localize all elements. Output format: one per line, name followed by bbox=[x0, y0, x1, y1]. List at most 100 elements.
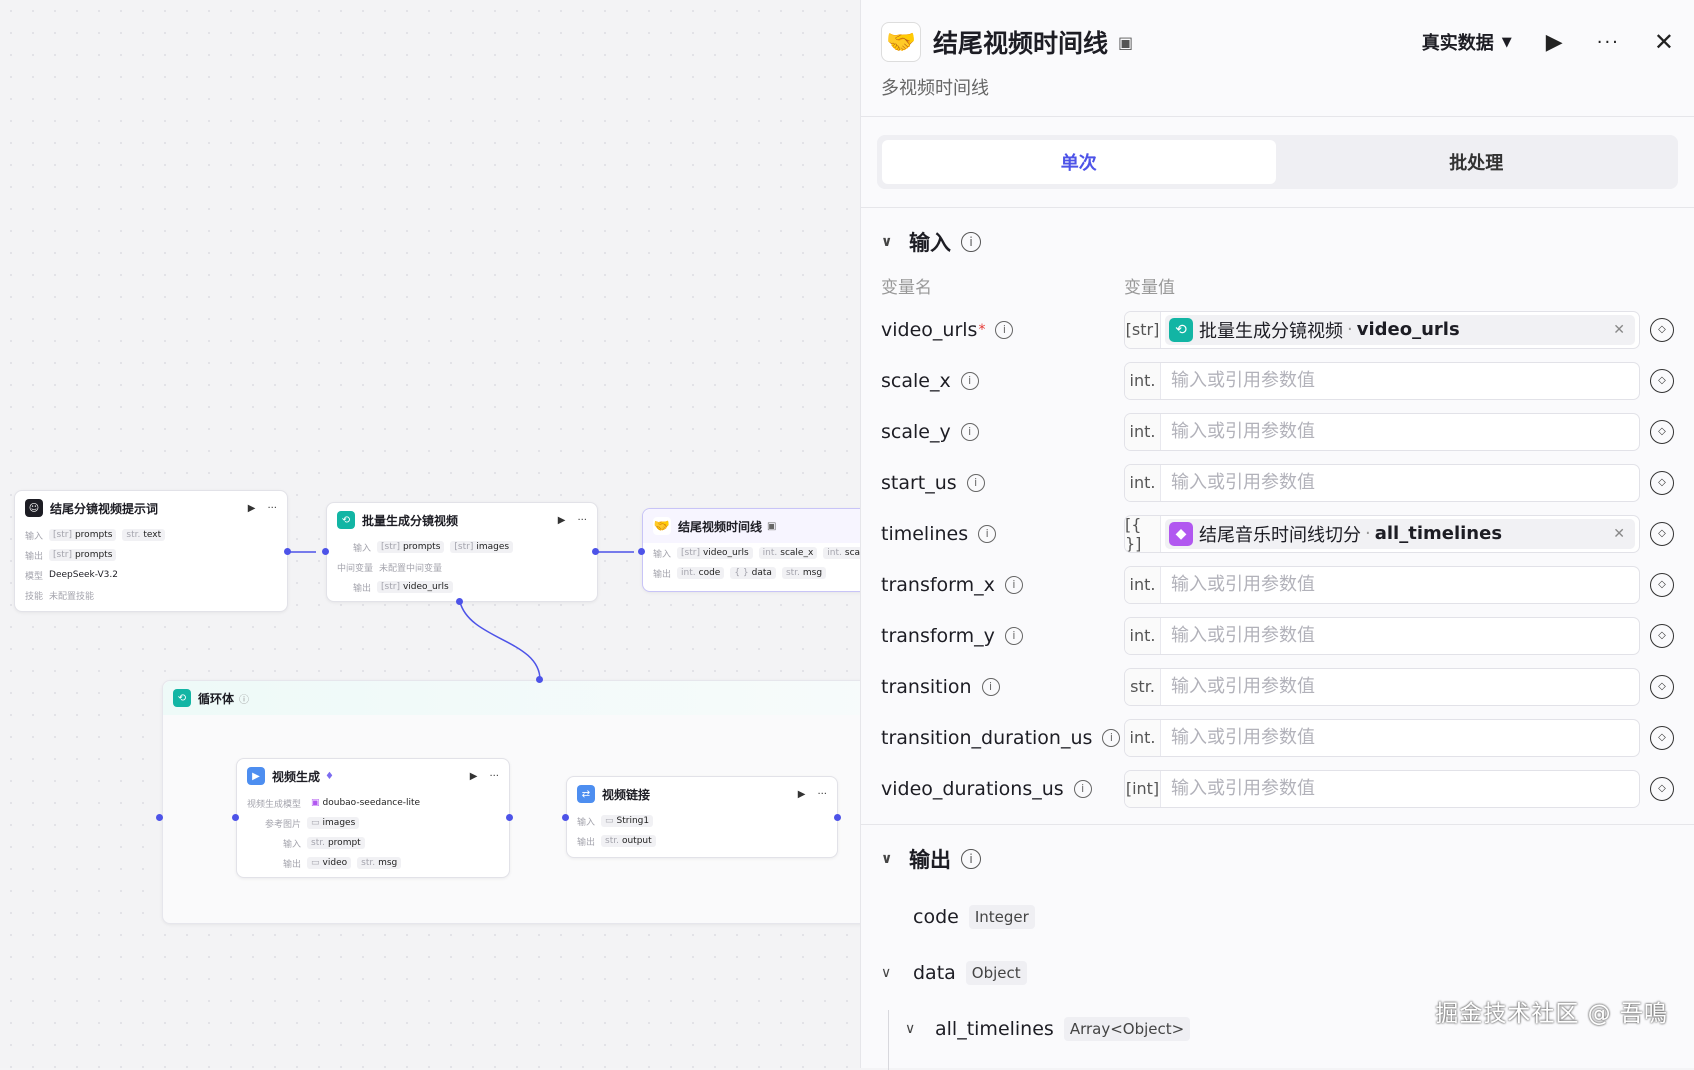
variable-name: transition_duration_us i bbox=[881, 727, 1124, 749]
more-icon[interactable]: ··· bbox=[489, 771, 499, 782]
variable-row: transform_y i int. ◇ bbox=[861, 610, 1694, 661]
port[interactable] bbox=[834, 814, 841, 821]
video-icon: ▶ bbox=[247, 767, 265, 785]
value-input[interactable] bbox=[1161, 727, 1639, 748]
more-icon[interactable]: ··· bbox=[267, 503, 277, 514]
chevron-down-icon: ∨ bbox=[905, 1021, 916, 1037]
output-section-header[interactable]: ∨ 输出 i bbox=[861, 835, 1694, 883]
ref-separator: · bbox=[1365, 523, 1371, 544]
variable-setting-icon[interactable]: ◇ bbox=[1650, 776, 1674, 801]
skill-value: 未配置技能 bbox=[49, 591, 95, 602]
type-label: [str] bbox=[1125, 311, 1161, 348]
run-button[interactable]: ▶ bbox=[1546, 30, 1563, 55]
workflow-canvas[interactable]: ☺ 结尾分镜视频提示词 ▶ ··· 输入 [str] prompts str. tex… bbox=[0, 0, 860, 1068]
play-icon[interactable]: ▶ bbox=[798, 789, 806, 800]
type-label: [{ }] bbox=[1125, 515, 1161, 552]
reference-chip[interactable]: ◆ 结尾音乐时间线切分 · all_timelines ✕ bbox=[1165, 518, 1635, 549]
clear-icon[interactable]: ✕ bbox=[1613, 526, 1631, 542]
loop-icon: ⟲ bbox=[337, 511, 355, 529]
variable-name: scale_y i bbox=[881, 421, 1124, 443]
port[interactable] bbox=[284, 548, 291, 555]
info-icon: i bbox=[961, 232, 981, 252]
value-field[interactable]: int. bbox=[1124, 463, 1640, 502]
port[interactable] bbox=[156, 814, 163, 821]
value-field[interactable]: int. bbox=[1124, 361, 1640, 400]
variable-setting-icon[interactable]: ◇ bbox=[1650, 623, 1674, 648]
play-icon[interactable]: ▶ bbox=[470, 771, 478, 782]
value-input[interactable] bbox=[1161, 778, 1639, 799]
param-tag: str. msg bbox=[357, 857, 402, 869]
more-icon[interactable]: ··· bbox=[817, 789, 827, 800]
debug-icon[interactable]: ▣ bbox=[1118, 33, 1133, 52]
tab-batch[interactable]: 批处理 bbox=[1280, 140, 1674, 184]
variable-setting-icon[interactable]: ◇ bbox=[1650, 470, 1674, 495]
skill-label: 技能 bbox=[25, 591, 44, 602]
info-icon: i bbox=[1004, 626, 1023, 645]
port[interactable] bbox=[592, 548, 599, 555]
more-icon[interactable]: ··· bbox=[577, 515, 587, 526]
value-field[interactable]: [str] ⟲ 批量生成分镜视频 · video_urls ✕ bbox=[1124, 310, 1640, 349]
data-mode-select[interactable]: 真实数据 ▼ bbox=[1422, 29, 1512, 55]
output-type: Integer bbox=[968, 905, 1035, 929]
variable-setting-icon[interactable]: ◇ bbox=[1650, 419, 1674, 444]
debug-icon: ▣ bbox=[767, 520, 777, 532]
variable-setting-icon[interactable]: ◇ bbox=[1650, 674, 1674, 699]
play-icon[interactable]: ▶ bbox=[558, 515, 566, 526]
variable-setting-icon[interactable]: ◇ bbox=[1650, 725, 1674, 750]
reference-chip[interactable]: ⟲ 批量生成分镜视频 · video_urls ✕ bbox=[1165, 314, 1635, 345]
variable-row: timelines i [{ }] ◆ 结尾音乐时间线切分 · all_time… bbox=[861, 508, 1694, 559]
port[interactable] bbox=[322, 548, 329, 555]
input-label: 输入 bbox=[283, 839, 302, 850]
output-label: 输出 bbox=[353, 583, 372, 594]
port[interactable] bbox=[506, 814, 513, 821]
node-title: 结尾分镜视频提示词 bbox=[50, 501, 159, 516]
variable-setting-icon[interactable]: ◇ bbox=[1650, 317, 1674, 342]
value-field[interactable]: [{ }] ◆ 结尾音乐时间线切分 · all_timelines ✕ bbox=[1124, 514, 1640, 553]
value-input[interactable] bbox=[1161, 370, 1639, 391]
node-video-link[interactable]: ⇄ 视频链接 ▶ ··· 输入 ▭ String1 输出 str. output bbox=[566, 776, 838, 858]
value-field[interactable]: str. bbox=[1124, 667, 1640, 706]
port[interactable] bbox=[562, 814, 569, 821]
value-field[interactable]: int. bbox=[1124, 565, 1640, 604]
value-field[interactable]: int. bbox=[1124, 616, 1640, 655]
node-batch[interactable]: ⟲ 批量生成分镜视频 ▶ ··· 输入 [str] prompts [str] ima… bbox=[326, 502, 598, 602]
info-icon: i bbox=[1004, 575, 1023, 594]
output-item[interactable]: ∨ data Object bbox=[861, 945, 1694, 1001]
info-icon: i bbox=[981, 677, 1000, 696]
node-prompt[interactable]: ☺ 结尾分镜视频提示词 ▶ ··· 输入 [str] prompts str. tex… bbox=[14, 490, 288, 612]
node-video-gen[interactable]: ▶ 视频生成 ♦ ▶ ··· 视频生成模型 ▣ doubao-seedance-li… bbox=[236, 758, 510, 878]
play-icon[interactable]: ▶ bbox=[248, 503, 256, 514]
node-title: 结尾视频时间线 bbox=[678, 519, 763, 534]
value-field[interactable]: [int] bbox=[1124, 769, 1640, 808]
param-tag: [str] prompts bbox=[49, 549, 117, 561]
value-input[interactable] bbox=[1161, 421, 1639, 442]
more-icon[interactable]: ··· bbox=[1597, 32, 1620, 53]
clear-icon[interactable]: ✕ bbox=[1613, 322, 1631, 338]
model-label: 模型 bbox=[25, 571, 44, 582]
value-input[interactable] bbox=[1161, 676, 1639, 697]
input-section-header[interactable]: ∨ 输入 i bbox=[861, 218, 1694, 266]
variable-list: video_urls * i [str] ⟲ 批量生成分镜视频 · video_u… bbox=[861, 304, 1694, 814]
port[interactable] bbox=[456, 598, 463, 605]
node-timeline[interactable]: 🤝 结尾视频时间线 ▣ 输入 [str] video_urls int. scale… bbox=[642, 508, 860, 592]
port[interactable] bbox=[638, 548, 645, 555]
tab-single[interactable]: 单次 bbox=[882, 140, 1276, 184]
variable-name: timelines i bbox=[881, 523, 1124, 545]
info-icon: i bbox=[960, 371, 979, 390]
value-input[interactable] bbox=[1161, 625, 1639, 646]
value-input[interactable] bbox=[1161, 472, 1639, 493]
value-field[interactable]: int. bbox=[1124, 412, 1640, 451]
value-input[interactable] bbox=[1161, 574, 1639, 595]
variable-row: transform_x i int. ◇ bbox=[861, 559, 1694, 610]
variable-name: transform_y i bbox=[881, 625, 1124, 647]
port[interactable] bbox=[536, 676, 543, 683]
variable-setting-icon[interactable]: ◇ bbox=[1650, 572, 1674, 597]
close-icon[interactable]: ✕ bbox=[1654, 28, 1674, 56]
variable-setting-icon[interactable]: ◇ bbox=[1650, 368, 1674, 393]
variable-name: video_durations_us i bbox=[881, 778, 1124, 800]
port[interactable] bbox=[232, 814, 239, 821]
value-field[interactable]: int. bbox=[1124, 718, 1640, 757]
variable-setting-icon[interactable]: ◇ bbox=[1650, 521, 1674, 546]
variable-row: transition_duration_us i int. ◇ bbox=[861, 712, 1694, 763]
premium-icon: ♦ bbox=[325, 770, 334, 782]
